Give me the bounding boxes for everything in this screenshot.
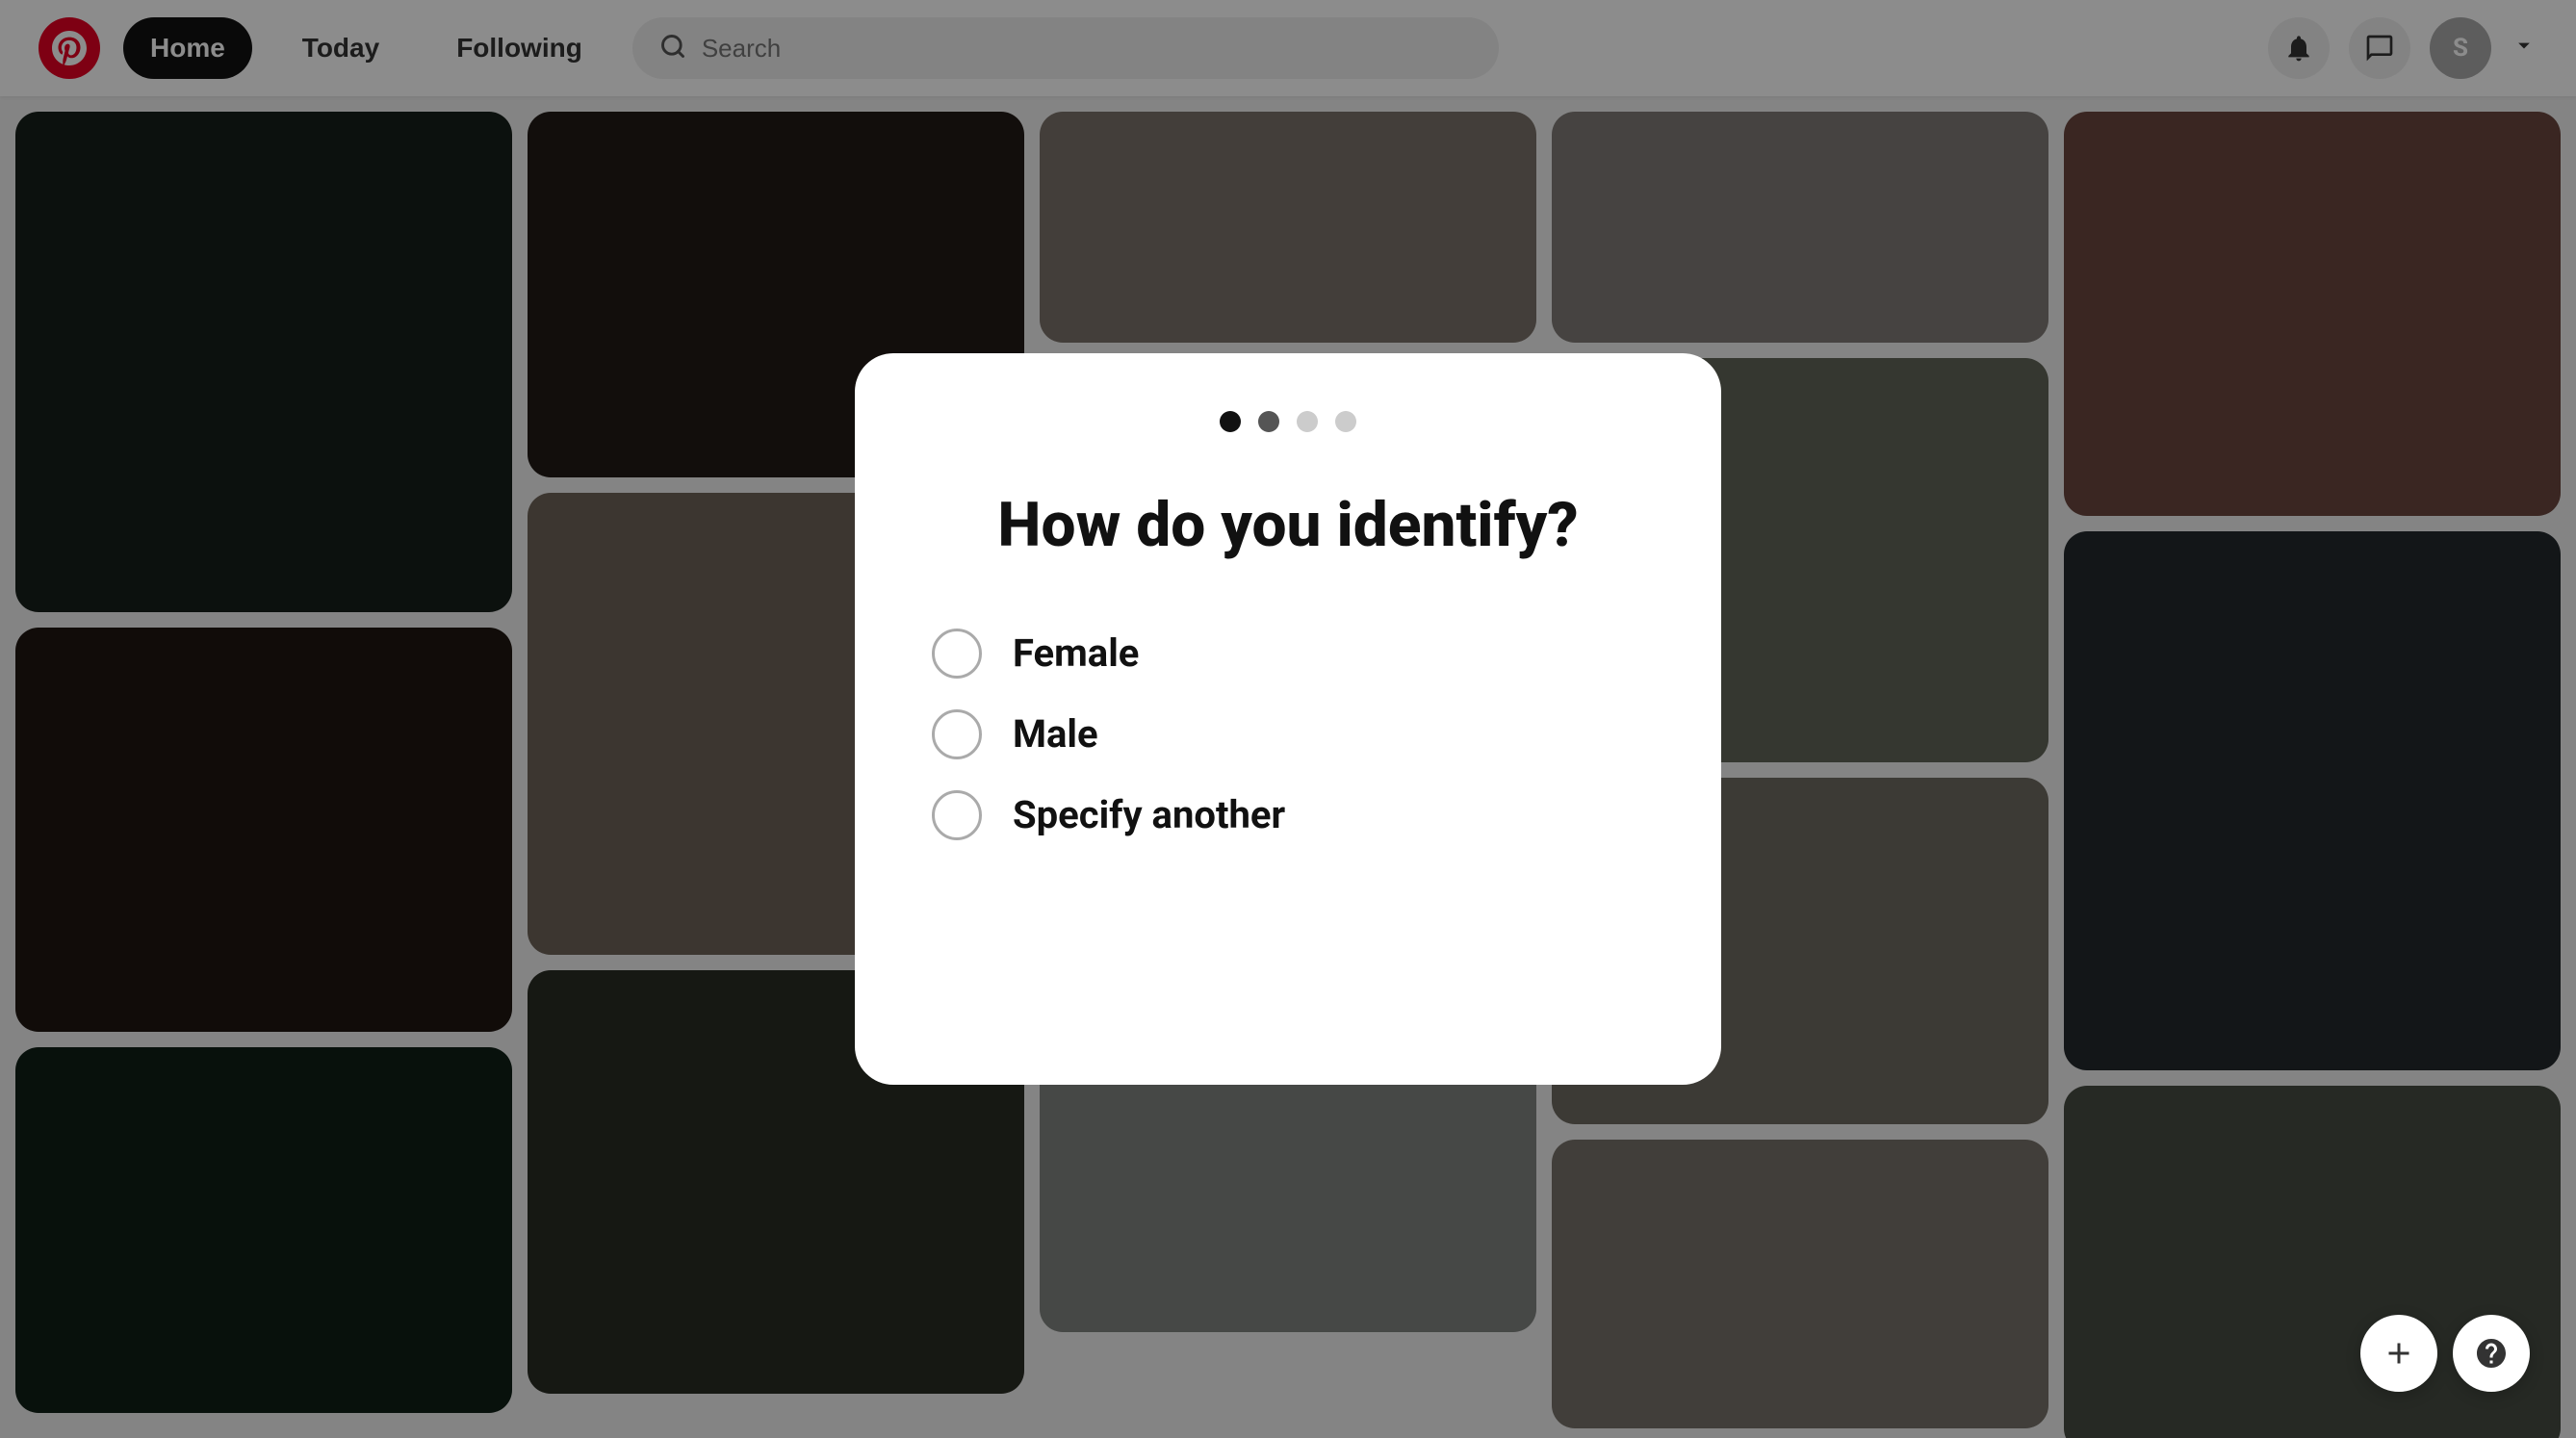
female-label: Female: [1013, 630, 1139, 676]
specify-another-radio[interactable]: [932, 790, 982, 840]
male-label: Male: [1013, 711, 1098, 757]
radio-group: Female Male Specify another: [932, 629, 1644, 840]
step-dot-2: [1258, 411, 1279, 432]
step-dot-4: [1335, 411, 1356, 432]
specify-another-label: Specify another: [1013, 792, 1285, 837]
step-dot-1: [1220, 411, 1241, 432]
male-radio[interactable]: [932, 709, 982, 759]
specify-another-option[interactable]: Specify another: [932, 790, 1644, 840]
step-dot-3: [1297, 411, 1318, 432]
female-radio[interactable]: [932, 629, 982, 679]
modal-overlay[interactable]: How do you identify? Female Male Specify…: [0, 0, 2576, 1438]
action-buttons: [2360, 1315, 2530, 1392]
add-button[interactable]: [2360, 1315, 2437, 1392]
modal-title: How do you identify?: [997, 490, 1578, 561]
help-button[interactable]: [2453, 1315, 2530, 1392]
step-dots: [1220, 411, 1356, 432]
male-option[interactable]: Male: [932, 709, 1644, 759]
female-option[interactable]: Female: [932, 629, 1644, 679]
identity-modal: How do you identify? Female Male Specify…: [855, 353, 1721, 1085]
